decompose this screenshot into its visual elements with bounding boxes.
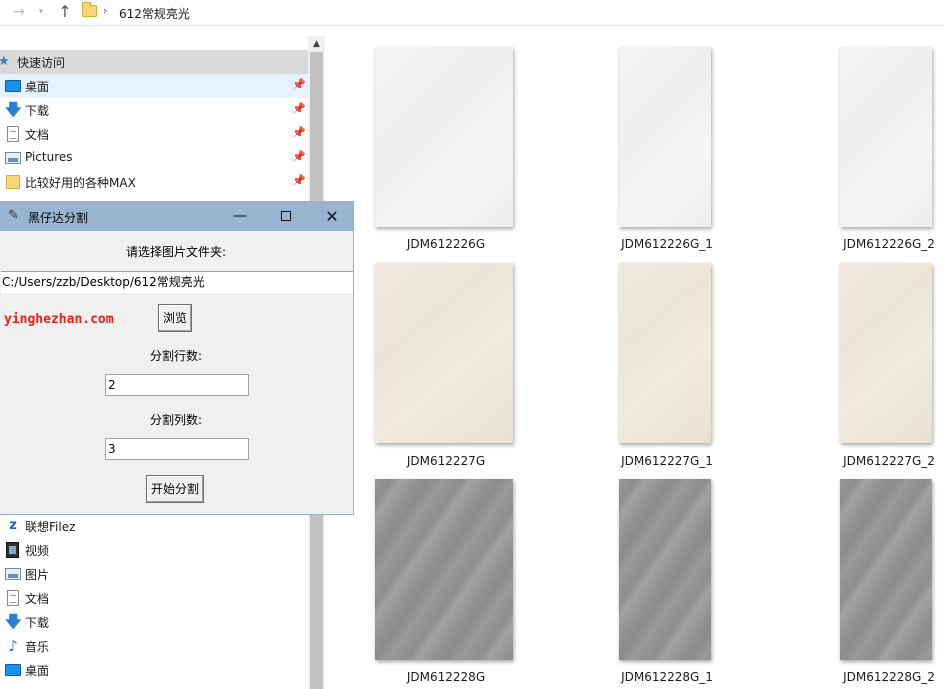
pictures-icon [5,152,21,164]
music-icon: ♪ [8,637,18,655]
recent-locations-button[interactable]: ▾ [34,3,48,21]
cols-label: 分割列数: [149,413,203,427]
desktop-icon [5,80,21,92]
quick-access-label: 快速访问 [17,56,66,70]
file-thumbnail[interactable] [840,479,932,660]
start-split-button[interactable]: 开始分割 [146,475,204,503]
cols-input[interactable]: 3 [105,438,249,460]
minimize-button[interactable]: — [217,202,263,231]
nav-item-label: 下载 [25,616,50,630]
file-name[interactable]: JDM612227G_2 [804,454,944,468]
pin-icon: 📌 [292,150,306,163]
nav-item-pictures[interactable]: Pictures 📌 [0,146,308,170]
nav-item-desktop[interactable]: 桌面 📌 [0,74,308,98]
file-name[interactable]: JDM612226G_1 [582,237,752,251]
download-icon: 🡇 [5,612,22,631]
pin-icon: 📌 [292,78,306,91]
site-watermark: yinghezhan.com [4,312,114,327]
feather-icon: ✎ [8,208,19,223]
forward-button[interactable]: → [10,3,28,21]
nav-item-label: 图片 [25,568,50,582]
folder-icon [82,2,97,17]
close-button[interactable]: ✕ [309,202,355,231]
filez-icon: z [9,518,17,533]
file-name[interactable]: JDM612228G_1 [582,670,752,684]
folder-path-input[interactable]: C:/Users/zzb/Desktop/612常规亮光 [1,271,353,293]
pin-icon: 📌 [292,126,306,139]
nav-item-label: 联想Filez [25,520,76,534]
up-button[interactable]: ↑ [56,3,74,21]
document-icon [7,126,19,142]
file-thumbnail[interactable] [375,263,513,443]
download-icon: 🡇 [5,100,22,119]
folder-prompt-label: 请选择图片文件夹: [125,245,227,259]
maximize-icon [281,211,291,221]
nav-item-label: 桌面 [25,80,50,94]
nav-item-desktop-pc[interactable]: 桌面 [0,658,308,682]
dialog-title-bar[interactable]: ✎ 黑仔达分割 — ✕ [0,202,353,231]
star-icon: ★ [0,54,10,69]
nav-item-max-folder[interactable]: 比较好用的各种MAX 📌 [0,170,308,194]
nav-item-filez[interactable]: z 联想Filez [0,514,308,538]
nav-item-label: 比较好用的各种MAX [25,176,136,190]
nav-item-pictures-pc[interactable]: 图片 [0,562,308,586]
file-name[interactable]: JDM612228G_2 [804,670,944,684]
file-thumbnail[interactable] [840,47,932,227]
file-name[interactable]: JDM612226G [361,237,531,251]
pictures-icon [5,568,21,580]
split-dialog: ✎ 黑仔达分割 — ✕ 请选择图片文件夹: C:/Users/zzb/Deskt… [0,201,354,515]
nav-item-label: 文档 [25,592,50,606]
file-name[interactable]: JDM612228G [361,670,531,684]
file-thumbnail[interactable] [840,263,932,443]
file-thumbnail[interactable] [375,479,513,660]
file-thumbnail[interactable] [375,47,513,227]
nav-item-downloads-pc[interactable]: 🡇 下载 [0,610,308,634]
nav-item-label: 音乐 [25,640,50,654]
nav-item-label: Pictures [25,150,73,164]
nav-item-label: 视频 [25,544,50,558]
video-icon [6,542,19,558]
browse-button[interactable]: 浏览 [158,304,192,332]
file-name[interactable]: JDM612227G_1 [582,454,752,468]
breadcrumb-current-folder[interactable]: 612常规亮光 [119,5,190,22]
dialog-title: 黑仔达分割 [28,211,89,225]
nav-item-videos[interactable]: 视频 [0,538,308,562]
quick-access-header[interactable]: ★ 快速访问 [0,50,308,74]
document-icon [7,590,19,606]
file-name[interactable]: JDM612227G [361,454,531,468]
file-name[interactable]: JDM612226G_2 [804,237,944,251]
maximize-button[interactable] [263,202,309,231]
nav-item-downloads[interactable]: 🡇 下载 📌 [0,98,308,122]
nav-item-label: 桌面 [25,664,50,678]
breadcrumb-separator[interactable]: › [103,4,107,17]
address-bar: → ▾ ↑ › 612常规亮光 [0,0,944,26]
desktop-icon [5,664,21,676]
nav-item-documents-pc[interactable]: 文档 [0,586,308,610]
scroll-up-button[interactable]: ▲ [308,36,325,52]
rows-input[interactable]: 2 [105,374,249,396]
file-thumbnail[interactable] [619,47,711,227]
folder-icon [6,175,20,189]
pin-icon: 📌 [292,102,306,115]
nav-item-label: 下载 [25,104,50,118]
rows-label: 分割行数: [149,349,203,363]
nav-item-label: 文档 [25,128,50,142]
pin-icon: 📌 [292,174,306,187]
file-thumbnail[interactable] [619,263,711,443]
file-thumbnail[interactable] [619,479,711,660]
nav-item-documents[interactable]: 文档 📌 [0,122,308,146]
nav-item-music[interactable]: ♪ 音乐 [0,634,308,658]
